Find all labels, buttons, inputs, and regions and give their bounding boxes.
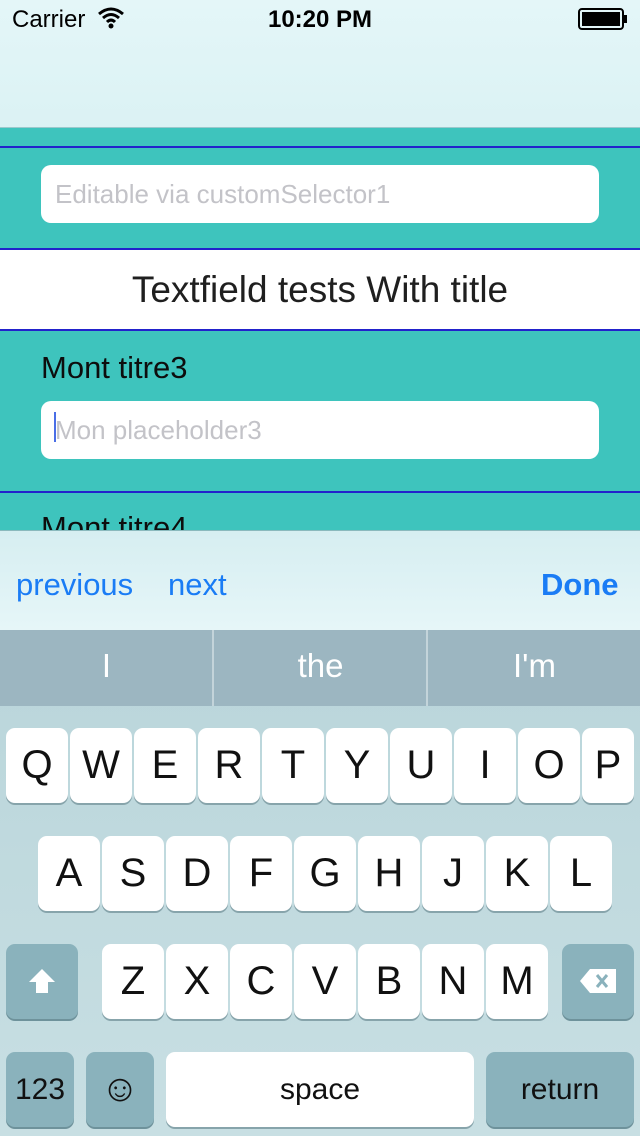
custom-selector-placeholder: Editable via customSelector1: [55, 179, 391, 209]
key-f[interactable]: F: [230, 836, 292, 911]
emoji-icon: ☺: [100, 1068, 140, 1110]
key-p[interactable]: P: [582, 728, 634, 803]
divider: [0, 329, 640, 331]
space-key[interactable]: space: [166, 1052, 474, 1127]
section-title: Textfield tests With title: [0, 250, 640, 330]
key-o[interactable]: O: [518, 728, 580, 803]
input-accessory-toolbar: previous next Done: [0, 530, 640, 630]
placeholder3-text: Mon placeholder3: [55, 415, 262, 445]
field-label-3: Mont titre3: [41, 350, 188, 385]
numbers-key[interactable]: 123: [6, 1052, 74, 1127]
previous-button[interactable]: previous: [16, 567, 133, 603]
key-n[interactable]: N: [422, 944, 484, 1019]
key-g[interactable]: G: [294, 836, 356, 911]
key-i[interactable]: I: [454, 728, 516, 803]
key-w[interactable]: W: [70, 728, 132, 803]
status-bar: Carrier 10:20 PM: [0, 0, 640, 40]
key-r[interactable]: R: [198, 728, 260, 803]
key-v[interactable]: V: [294, 944, 356, 1019]
key-c[interactable]: C: [230, 944, 292, 1019]
status-time: 10:20 PM: [267, 6, 373, 33]
key-l[interactable]: L: [550, 836, 612, 911]
suggestion-2[interactable]: the: [214, 630, 427, 706]
form-content: Editable via customSelector1 Textfield t…: [0, 128, 640, 530]
field-label-4: Mont titre4: [41, 510, 188, 530]
key-h[interactable]: H: [358, 836, 420, 911]
divider: [0, 491, 640, 493]
battery-icon: [578, 8, 627, 30]
text-cursor: [54, 412, 56, 442]
custom-selector-field[interactable]: Editable via customSelector1: [41, 165, 599, 223]
key-d[interactable]: D: [166, 836, 228, 911]
key-z[interactable]: Z: [102, 944, 164, 1019]
done-button[interactable]: Done: [541, 567, 619, 603]
key-u[interactable]: U: [390, 728, 452, 803]
key-s[interactable]: S: [102, 836, 164, 911]
key-j[interactable]: J: [422, 836, 484, 911]
shift-key[interactable]: [6, 944, 78, 1019]
key-m[interactable]: M: [486, 944, 548, 1019]
key-x[interactable]: X: [166, 944, 228, 1019]
suggestion-3[interactable]: I'm: [428, 630, 640, 706]
delete-key[interactable]: [562, 944, 634, 1019]
suggestion-1[interactable]: I: [0, 630, 213, 706]
return-key[interactable]: return: [486, 1052, 634, 1127]
key-b[interactable]: B: [358, 944, 420, 1019]
key-e[interactable]: E: [134, 728, 196, 803]
key-y[interactable]: Y: [326, 728, 388, 803]
key-a[interactable]: A: [38, 836, 100, 911]
key-t[interactable]: T: [262, 728, 324, 803]
placeholder3-field[interactable]: Mon placeholder3: [41, 401, 599, 459]
navigation-bar: Carrier 10:20 PM: [0, 0, 640, 128]
backspace-icon: [580, 969, 616, 993]
next-button[interactable]: next: [168, 567, 227, 603]
suggestion-bar: I the I'm: [0, 630, 640, 706]
key-k[interactable]: K: [486, 836, 548, 911]
keyboard: I the I'm Q W E R T Y U I O P A S D F G …: [0, 630, 640, 1136]
emoji-key[interactable]: ☺: [86, 1052, 154, 1127]
key-q[interactable]: Q: [6, 728, 68, 803]
divider: [0, 146, 640, 148]
shift-arrow-icon: [29, 969, 55, 993]
